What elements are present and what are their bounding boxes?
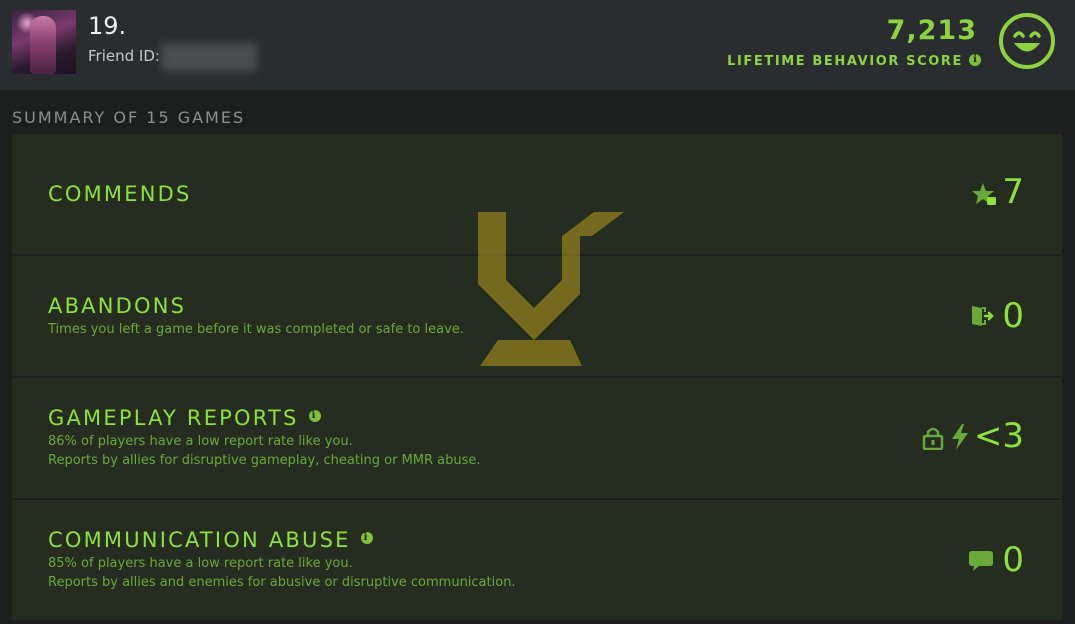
chat-bubble-icon: [969, 551, 993, 571]
communication-abuse-title: COMMUNICATION ABUSE i: [48, 528, 373, 552]
gameplay-reports-title: GAMEPLAY REPORTS i: [48, 406, 321, 430]
behavior-score-label: LIFETIME BEHAVIOR SCORE: [727, 54, 963, 69]
profile-header: 19. Friend ID: 7,213 LIFETIME BEHAVIOR S…: [0, 0, 1075, 90]
info-icon[interactable]: i: [360, 532, 373, 544]
communication-abuse-percentile: 85% of players have a low report rate li…: [48, 556, 353, 571]
commends-title: COMMENDS: [48, 182, 192, 206]
info-icon[interactable]: i: [308, 410, 321, 422]
summary-title: SUMMARY OF 15 GAMES: [12, 108, 246, 127]
star-thumbs-up-icon: [972, 183, 996, 205]
gameplay-reports-title-text: GAMEPLAY REPORTS: [48, 406, 299, 430]
rank-emblem-watermark: [478, 212, 624, 366]
friend-id-redacted: [161, 43, 257, 71]
lightning-icon: [952, 424, 968, 450]
lock-icon: [922, 427, 944, 450]
behavior-score-value: 7,213: [886, 15, 977, 46]
avatar[interactable]: [12, 10, 76, 74]
commends-value: 7: [1002, 172, 1024, 212]
communication-abuse-row: COMMUNICATION ABUSE i 85% of players have…: [12, 500, 1062, 620]
gameplay-reports-description: Reports by allies for disruptive gamepla…: [48, 453, 481, 468]
info-icon[interactable]: i: [969, 54, 981, 66]
communication-abuse-title-text: COMMUNICATION ABUSE: [48, 528, 351, 552]
gameplay-reports-percentile: 86% of players have a low report rate li…: [48, 434, 353, 449]
communication-abuse-value: 0: [1002, 540, 1024, 580]
gameplay-reports-value: <3: [973, 416, 1024, 456]
abandons-description: Times you left a game before it was comp…: [48, 322, 464, 337]
communication-abuse-description: Reports by allies and enemies for abusiv…: [48, 575, 516, 590]
abandons-value: 0: [1002, 296, 1024, 336]
friend-id-label: Friend ID:: [88, 47, 160, 65]
exit-door-icon: [972, 306, 994, 326]
gameplay-reports-row: GAMEPLAY REPORTS i 86% of players have a …: [12, 378, 1062, 498]
abandons-title: ABANDONS: [48, 294, 187, 318]
behavior-summary-list: COMMENDS 7 ABANDONS Times you left a gam…: [12, 134, 1062, 624]
player-name: 19.: [88, 12, 127, 40]
smiley-face-icon: [999, 13, 1055, 69]
